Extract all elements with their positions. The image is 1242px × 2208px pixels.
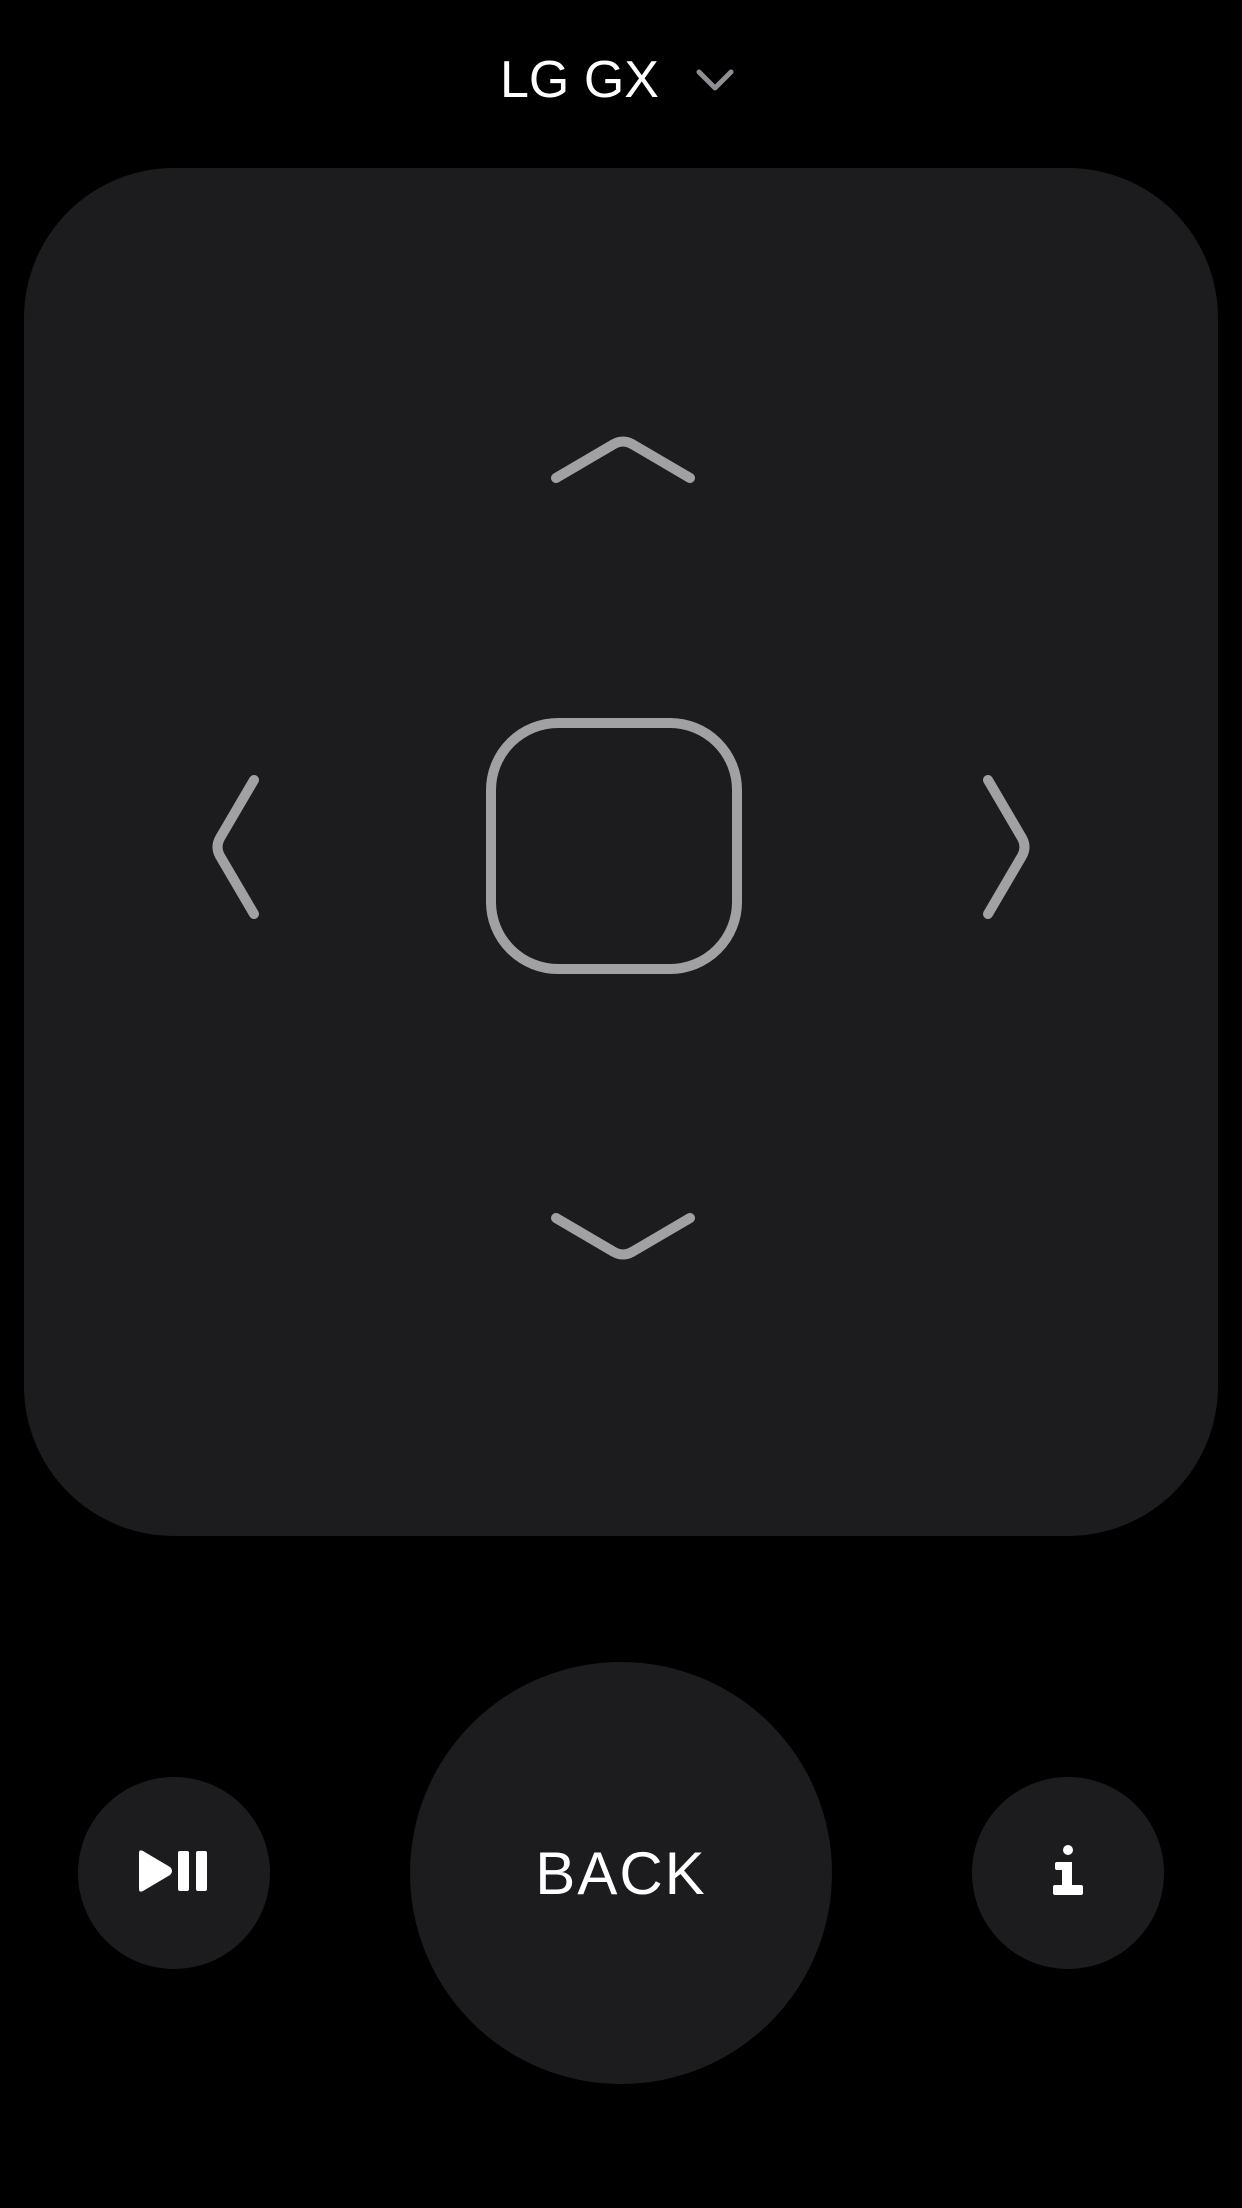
play-pause-icon bbox=[136, 1849, 212, 1898]
chevron-up-icon[interactable] bbox=[548, 426, 698, 496]
select-button[interactable] bbox=[486, 718, 742, 974]
back-button[interactable]: BACK bbox=[410, 1662, 832, 2084]
info-icon bbox=[1051, 1844, 1085, 1902]
device-name: LG GX bbox=[500, 51, 659, 109]
chevron-down-icon[interactable] bbox=[548, 1200, 698, 1270]
chevron-right-icon[interactable] bbox=[970, 772, 1040, 922]
play-pause-button[interactable] bbox=[78, 1777, 270, 1969]
device-selector[interactable]: LG GX bbox=[500, 40, 735, 120]
back-button-label: BACK bbox=[535, 1839, 707, 1907]
info-button[interactable] bbox=[972, 1777, 1164, 1969]
header: LG GX bbox=[0, 0, 1242, 160]
chevron-left-icon[interactable] bbox=[202, 772, 272, 922]
chevron-down-icon bbox=[695, 60, 735, 100]
touchpad[interactable] bbox=[24, 168, 1218, 1536]
